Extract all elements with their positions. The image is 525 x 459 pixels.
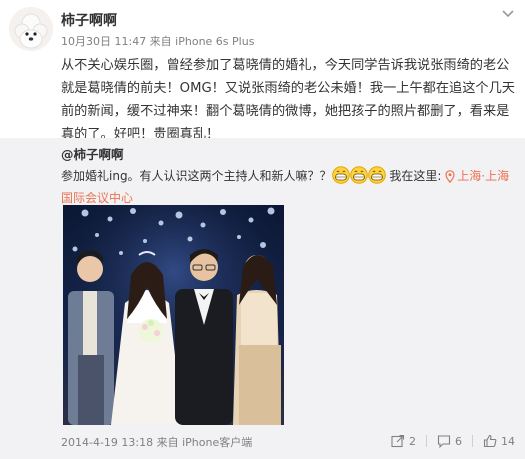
chevron-down-icon[interactable]	[501, 8, 515, 20]
repost-box: @柿子啊啊 参加婚礼ing。有人认识这两个主持人和新人嘛？？ 我在这里: 上海·…	[0, 138, 525, 459]
poodle-avatar-image	[9, 7, 53, 51]
repost-timestamp: 2014-4-19 13:18 来自 iPhone客户端	[61, 436, 253, 449]
location-pin-icon	[445, 170, 455, 183]
wedding-photo-image	[63, 205, 284, 425]
author-name[interactable]: 柿子啊啊	[61, 10, 117, 30]
original-text: 参加婚礼ing。有人认识这两个主持人和新人嘛？？ 我在这里: 上海·上海国际会议…	[61, 165, 517, 209]
comment-count: 6	[455, 434, 462, 448]
like-count: 14	[501, 434, 515, 448]
forward-icon	[391, 434, 405, 448]
forward-count: 2	[409, 434, 416, 448]
action-divider	[472, 435, 473, 447]
grin-emoji-icon	[367, 166, 386, 184]
comment-icon	[437, 435, 451, 448]
action-divider	[426, 435, 427, 447]
location-prefix: 我在这里:	[385, 169, 446, 183]
original-author[interactable]: @柿子啊啊	[61, 144, 124, 163]
post-text: 从不关心娱乐圈，曾经参加了葛晓倩的婚礼，今天同学告诉我说张雨绮的老公就是葛晓倩的…	[61, 58, 515, 142]
comment-button[interactable]: 6	[437, 434, 462, 448]
action-bar: 2 6 14	[391, 432, 515, 450]
post-meta: 10月30日 11:47 来自 iPhone 6s Plus	[61, 35, 255, 48]
thumbs-up-icon	[483, 434, 497, 448]
forward-button[interactable]: 2	[391, 434, 416, 448]
like-button[interactable]: 14	[483, 434, 515, 448]
original-text-part: 参加婚礼ing。有人认识这两个主持人和新人嘛？？	[61, 169, 332, 183]
grin-emoji-icon	[349, 166, 368, 184]
wedding-photo[interactable]	[63, 205, 284, 425]
grin-emoji-icon	[331, 166, 350, 184]
weibo-card: 柿子啊啊 10月30日 11:47 来自 iPhone 6s Plus 从不关心…	[0, 0, 525, 459]
avatar[interactable]	[9, 7, 53, 51]
